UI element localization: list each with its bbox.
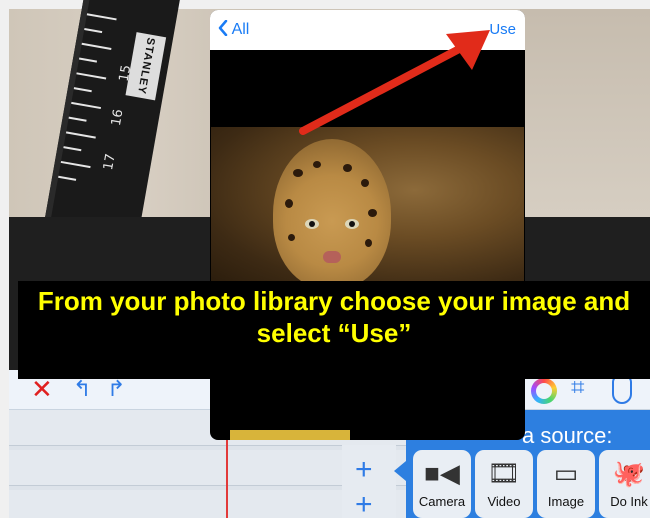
do-ink-button[interactable]: 🐙 Do Ink (599, 450, 650, 518)
background-photo-right (520, 9, 650, 217)
image-label: Image (547, 494, 585, 509)
use-button[interactable]: Use (489, 21, 516, 38)
source-panel-title: a source: (522, 423, 613, 448)
do-ink-label: Do Ink (610, 494, 648, 509)
back-label: All (231, 21, 250, 38)
ruler-brand: STANLEY (125, 32, 167, 101)
color-wheel-icon[interactable] (531, 378, 557, 404)
camera-icon: ■◀ (424, 458, 460, 488)
add-icon[interactable]: + (355, 490, 373, 518)
video-icon: 🎞 (487, 458, 521, 488)
picker-bottom-strip (230, 430, 350, 440)
panel-pointer (394, 461, 406, 481)
camera-label: Camera (418, 494, 466, 509)
ruler-number: 16 (108, 108, 127, 128)
leopard (273, 139, 391, 285)
caption-text: From your photo library choose your imag… (37, 286, 631, 348)
image-icon: ▭ (553, 458, 579, 488)
video-button[interactable]: 🎞 Video (475, 450, 533, 518)
chevron-left-icon (218, 19, 228, 37)
video-label: Video (487, 494, 521, 509)
camera-button[interactable]: ■◀ Camera (413, 450, 471, 518)
picker-nav-bar: All Use (210, 10, 525, 50)
selected-photo[interactable] (211, 127, 524, 285)
octopus-icon: 🐙 (612, 458, 646, 488)
screen: 15 16 17 STANLEY ✕ ↰ ↱ ⌗ + + a source: ■… (0, 0, 650, 518)
undo-icon[interactable]: ↰ (73, 376, 91, 402)
back-button[interactable]: All (218, 19, 250, 39)
ruler: 15 16 17 STANLEY (43, 0, 180, 246)
redo-icon[interactable]: ↱ (107, 376, 125, 402)
ruler-number: 17 (101, 152, 119, 172)
close-icon[interactable]: ✕ (31, 375, 53, 403)
add-icon[interactable]: + (355, 455, 373, 485)
image-button[interactable]: ▭ Image (537, 450, 595, 518)
